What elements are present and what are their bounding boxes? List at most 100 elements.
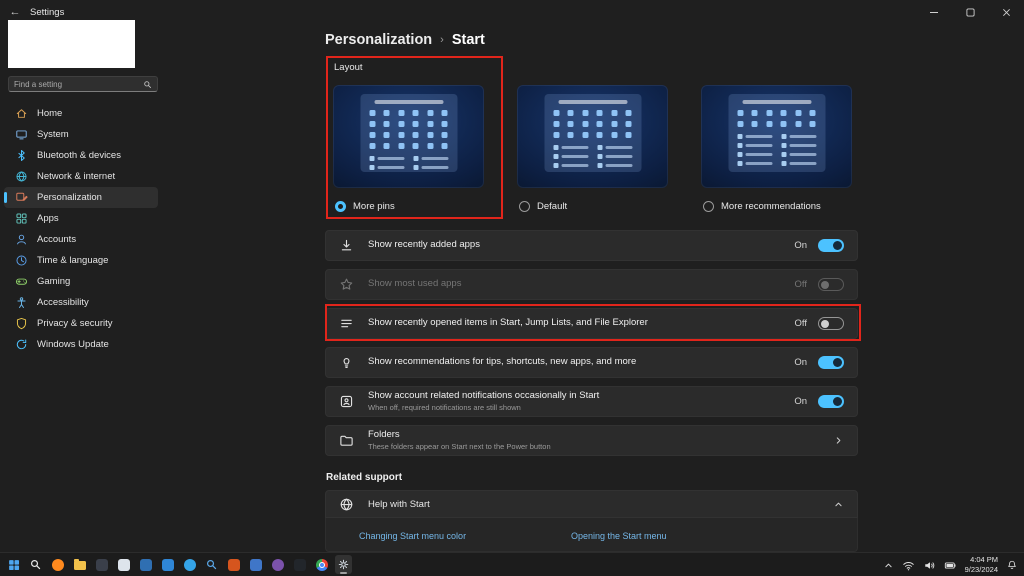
tray-chevron-up-icon[interactable] (883, 560, 894, 571)
help-body: Changing Start menu color Opening the St… (325, 518, 858, 552)
update-icon (14, 338, 28, 352)
sidebar-item-apps[interactable]: Apps (4, 208, 158, 229)
download-icon (339, 238, 355, 253)
toggle-show-recently-added[interactable] (818, 239, 844, 252)
layout-preview-more-pins[interactable] (333, 85, 484, 188)
toggle-show-recommendations-for[interactable] (818, 356, 844, 369)
breadcrumb: Personalization › Start (325, 32, 485, 48)
sidebar-item-personalization[interactable]: Personalization (4, 187, 158, 208)
folder-icon (339, 433, 355, 448)
titlebar: ← Settings (0, 0, 1024, 24)
taskbar-mail-icon[interactable] (137, 555, 154, 574)
layout-option-more-pins: More pins (333, 85, 484, 212)
sidebar-item-system[interactable]: System (4, 124, 158, 145)
toggle-show-account-related[interactable] (818, 395, 844, 408)
back-arrow-icon: ← (9, 6, 21, 18)
wifi-icon[interactable] (902, 559, 915, 572)
notification-bell-icon[interactable] (1006, 559, 1018, 571)
gaming-icon (14, 275, 28, 289)
toggle-show-most-used[interactable] (818, 278, 844, 291)
system-tray: 4:04 PM 9/23/2024 (883, 553, 1018, 576)
sidebar-item-network-internet[interactable]: Network & internet (4, 166, 158, 187)
radio-more-recommendations[interactable] (703, 201, 714, 212)
settings-window: ← Settings HomeSystemBluetooth & devices… (0, 0, 1024, 576)
taskbar-notepad-icon[interactable] (247, 555, 264, 574)
breadcrumb-separator-icon: › (440, 34, 444, 46)
breadcrumb-parent[interactable]: Personalization (325, 32, 432, 48)
taskbar-settings-icon[interactable] (335, 555, 352, 574)
layout-option-default: Default (517, 85, 668, 212)
layout-preview-more-recommendations[interactable] (701, 85, 852, 188)
search-icon[interactable] (143, 80, 152, 89)
globe-icon (339, 497, 355, 512)
taskbar-terminal-icon[interactable] (291, 555, 308, 574)
profile-placeholder[interactable] (8, 20, 135, 68)
sidebar-item-privacy-security[interactable]: Privacy & security (4, 313, 158, 334)
window-controls (916, 0, 1024, 24)
sidebar-item-gaming[interactable]: Gaming (4, 271, 158, 292)
network-icon (14, 170, 28, 184)
layout-options: More pins Default More recommendations (333, 85, 852, 212)
taskbar-media-player-icon[interactable] (93, 555, 110, 574)
search-box (8, 76, 158, 92)
apps-icon (14, 212, 28, 226)
list-icon (339, 316, 355, 331)
layout-section-label: Layout (334, 62, 363, 73)
personalization-icon (14, 191, 28, 205)
volume-icon[interactable] (923, 559, 936, 572)
sidebar-item-windows-update[interactable]: Windows Update (4, 334, 158, 355)
link-opening-the-start-menu[interactable]: Opening the Start menu (571, 531, 667, 541)
setting-row-folders[interactable]: Folders These folders appear on Start nex… (325, 425, 858, 456)
clock-time: 4:04 PM (970, 554, 998, 564)
setting-row-show-recently-opened-items: Show recently opened items in Start, Jum… (325, 308, 858, 339)
help-with-start-row[interactable]: Help with Start (325, 490, 858, 518)
radio-more-pins[interactable] (335, 201, 346, 212)
taskbar-edge-icon[interactable] (181, 555, 198, 574)
layout-preview-default[interactable] (517, 85, 668, 188)
sidebar-item-accessibility[interactable]: Accessibility (4, 292, 158, 313)
bluetooth-icon (14, 149, 28, 163)
taskbar-apps (0, 555, 352, 574)
bulb-icon (339, 355, 355, 370)
taskbar-search-app-icon[interactable] (203, 555, 220, 574)
sidebar-item-home[interactable]: Home (4, 103, 158, 124)
taskbar-chrome-icon[interactable] (313, 555, 330, 574)
account-icon (339, 394, 355, 409)
minimize-button[interactable] (916, 0, 952, 24)
taskbar-search-icon[interactable] (27, 555, 44, 574)
search-input[interactable] (14, 79, 143, 89)
time-icon (14, 254, 28, 268)
setting-row-show-most-used-apps: Show most used apps Off (325, 269, 858, 300)
battery-icon[interactable] (944, 559, 957, 572)
setting-row-show-account-related-notifications: Show account related notifications occas… (325, 386, 858, 417)
taskbar-store-icon[interactable] (159, 555, 176, 574)
sidebar-item-accounts[interactable]: Accounts (4, 229, 158, 250)
radio-default[interactable] (519, 201, 530, 212)
taskbar-file-explorer-icon[interactable] (71, 555, 88, 574)
sidebar-item-bluetooth-devices[interactable]: Bluetooth & devices (4, 145, 158, 166)
toggle-state-label: Off (794, 279, 808, 290)
clock[interactable]: 4:04 PM 9/23/2024 (965, 555, 998, 575)
taskbar-photos-icon[interactable] (115, 555, 132, 574)
accounts-icon (14, 233, 28, 247)
main-content: Personalization › Start Layout More pins… (325, 24, 858, 552)
maximize-button[interactable] (952, 0, 988, 24)
toggle-state-label: On (794, 240, 807, 251)
sidebar-nav: Home System Bluetooth & devices Network & i… (4, 103, 158, 355)
close-button[interactable] (988, 0, 1024, 24)
sidebar-item-time-language[interactable]: Time & language (4, 250, 158, 271)
taskbar-start-icon[interactable] (5, 555, 22, 574)
link-changing-start-menu-color[interactable]: Changing Start menu color (359, 531, 466, 541)
clock-date: 9/23/2024 (964, 565, 998, 574)
help-title: Help with Start (368, 498, 430, 510)
taskbar-firefox-icon[interactable] (49, 555, 66, 574)
page-title: Start (451, 32, 485, 48)
system-icon (14, 128, 28, 142)
toggle-show-recently-opened[interactable] (818, 317, 844, 330)
accessibility-icon (14, 296, 28, 310)
related-support-label: Related support (326, 472, 403, 483)
taskbar-powerpoint-icon[interactable] (225, 555, 242, 574)
chevron-up-icon[interactable] (833, 499, 844, 510)
taskbar: 4:04 PM 9/23/2024 (0, 552, 1024, 576)
taskbar-visual-studio-icon[interactable] (269, 555, 286, 574)
